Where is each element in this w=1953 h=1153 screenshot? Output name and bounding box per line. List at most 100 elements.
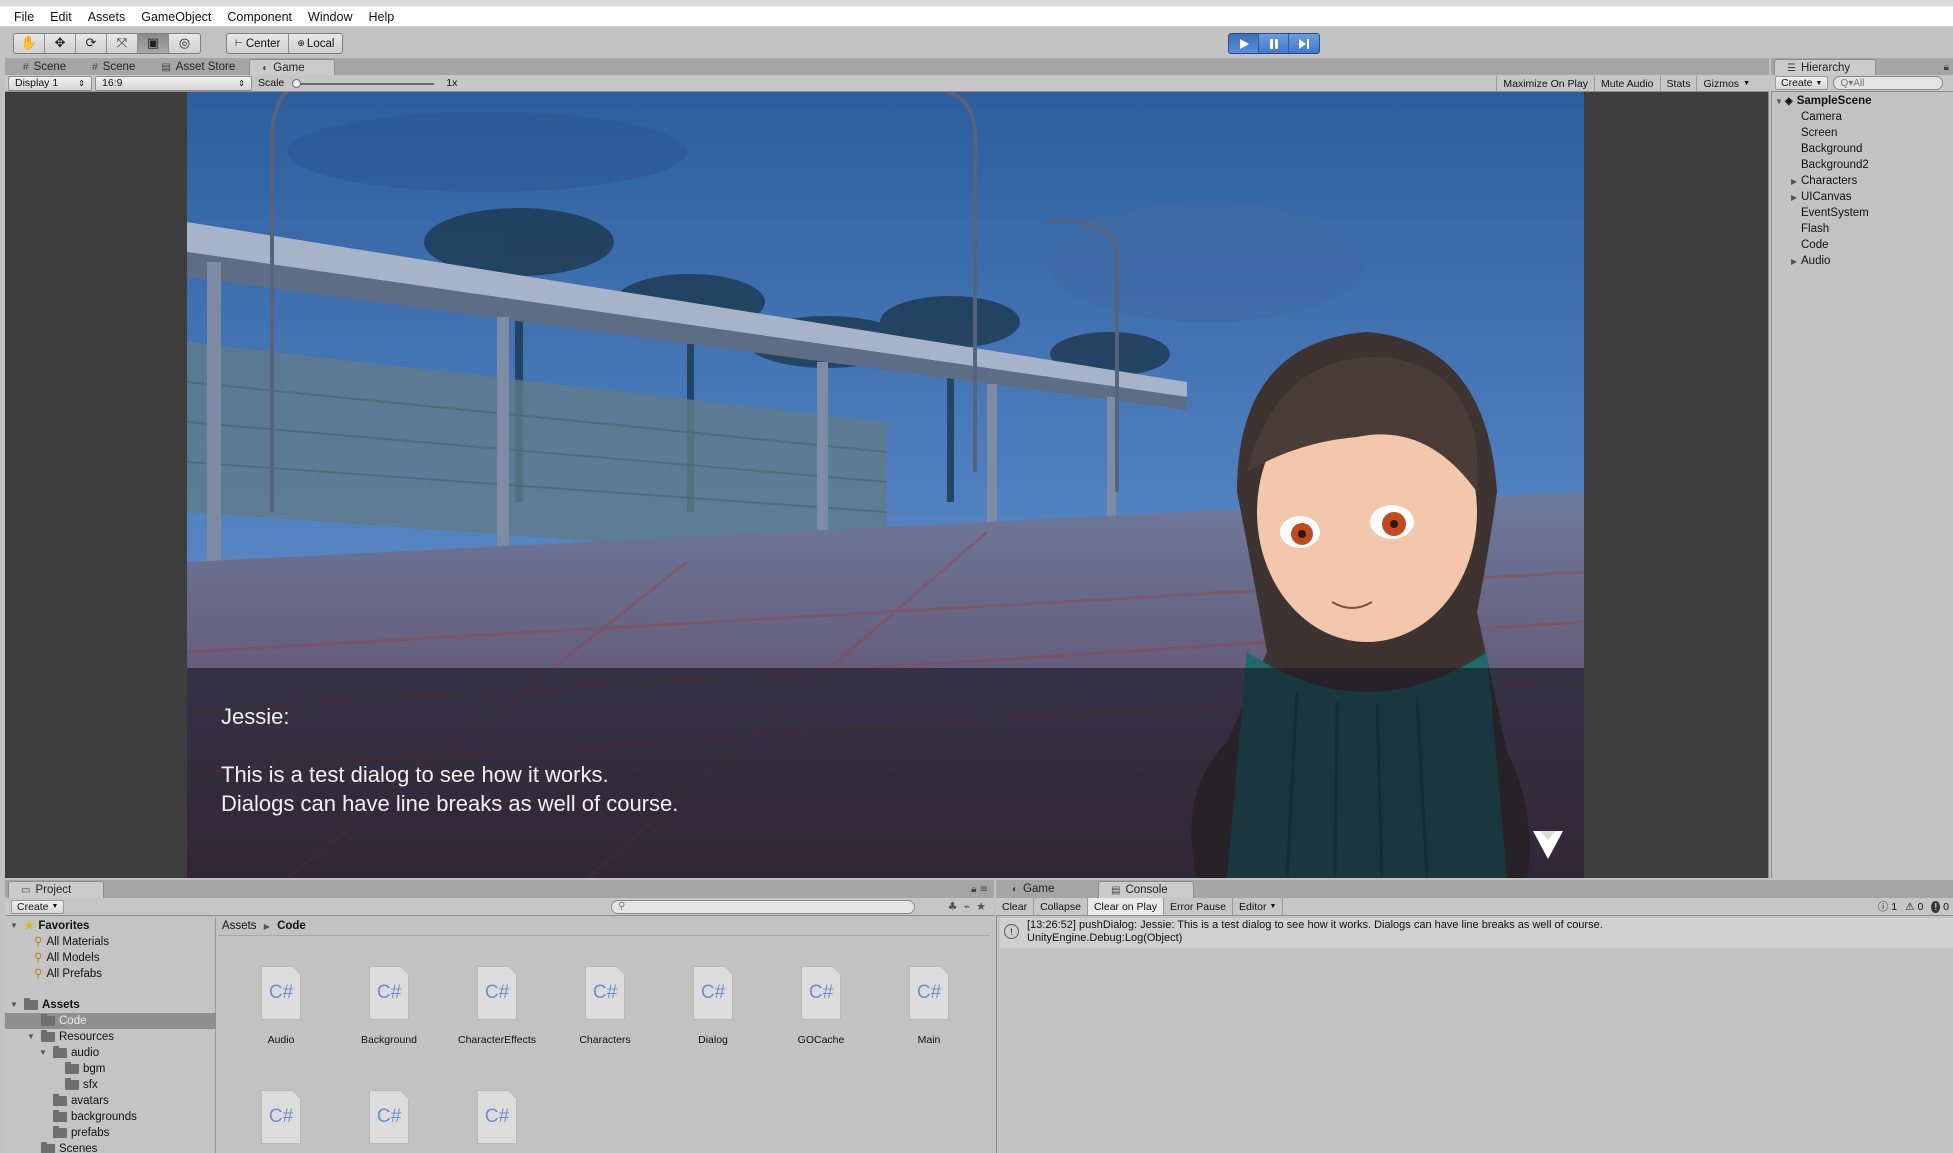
script-asset[interactable]: C# GOCache xyxy=(766,966,876,1046)
assets-row[interactable]: ▼ Assets xyxy=(10,997,80,1013)
lock-icon[interactable]: 🔒︎ ≡ xyxy=(971,881,988,898)
console-editor-dropdown[interactable]: Editor ▼ xyxy=(1233,898,1284,915)
display-dropdown[interactable]: Display 1 ⇕ xyxy=(8,75,92,91)
hierarchy-item[interactable]: Flash xyxy=(1791,221,1829,237)
pause-button[interactable] xyxy=(1259,34,1289,53)
asset-folder-sfx[interactable]: sfx xyxy=(5,1077,216,1093)
favorite-star-icon[interactable]: ★ xyxy=(976,900,986,913)
rotate-tool-icon[interactable]: ⟳ xyxy=(76,34,107,53)
collapsed-triangle-icon[interactable]: ▶ xyxy=(1791,254,1801,270)
asset-folder-prefabs[interactable]: prefabs xyxy=(5,1125,216,1141)
filter-label-icon[interactable]: ⌁ xyxy=(964,900,971,913)
info-toggle[interactable]: ⓘ 1 xyxy=(1878,899,1897,914)
asset-folder-avatars[interactable]: avatars xyxy=(5,1093,216,1109)
tab-scene[interactable]: # Scene xyxy=(11,59,78,76)
menu-window[interactable]: Window xyxy=(300,7,360,27)
console-clear-button[interactable]: Clear xyxy=(996,898,1035,915)
hierarchy-item[interactable]: Screen xyxy=(1791,125,1837,141)
breadcrumb-root[interactable]: Assets xyxy=(222,920,257,932)
filter-type-icon[interactable]: ♣ xyxy=(948,900,958,913)
scale-tool-icon[interactable]: ⤧ xyxy=(107,34,138,53)
collapsed-triangle-icon[interactable]: ▶ xyxy=(1791,190,1801,206)
script-asset[interactable]: C# xyxy=(226,1090,336,1144)
transform-tool-icon[interactable]: ◎ xyxy=(169,34,200,53)
tab-game-2[interactable]: ◐ Game xyxy=(1000,881,1096,898)
folder-icon xyxy=(53,1046,67,1058)
expanded-triangle-icon[interactable]: ▼ xyxy=(27,1029,37,1045)
favorite-item[interactable]: ⚲ All Materials xyxy=(34,934,109,950)
gizmos-dropdown[interactable]: Gizmos ▼ xyxy=(1696,76,1756,91)
breadcrumb-current[interactable]: Code xyxy=(277,920,306,932)
error-toggle[interactable]: ! 0 xyxy=(1931,900,1949,913)
slider-thumb[interactable] xyxy=(292,78,302,88)
mute-audio-button[interactable]: Mute Audio xyxy=(1593,76,1660,91)
hierarchy-create-button[interactable]: Create ▼ xyxy=(1775,76,1829,90)
search-icon: ⚲ xyxy=(34,968,43,980)
asset-folder-resources[interactable]: ▼ Resources xyxy=(5,1029,216,1045)
hierarchy-item[interactable]: ▶ UICanvas xyxy=(1791,189,1852,205)
script-asset[interactable]: C# Main xyxy=(874,966,984,1046)
hierarchy-search-input[interactable]: Q▾All xyxy=(1833,76,1944,90)
stats-button[interactable]: Stats xyxy=(1659,76,1697,91)
csharp-script-icon: C# xyxy=(477,1090,517,1144)
hierarchy-item[interactable]: Background xyxy=(1791,141,1862,157)
scene-row[interactable]: ▼ ◈ SampleScene xyxy=(1775,93,1872,109)
expanded-triangle-icon[interactable]: ▼ xyxy=(39,1045,49,1061)
console-collapse-button[interactable]: Collapse xyxy=(1034,898,1088,915)
pivot-center-button[interactable]: ⊢ Center xyxy=(227,34,290,53)
favorites-row[interactable]: ▼ ★ Favorites xyxy=(10,918,89,934)
hierarchy-item[interactable]: ▶ Characters xyxy=(1791,173,1857,189)
warning-count: 0 xyxy=(1917,900,1924,913)
menu-component[interactable]: Component xyxy=(219,7,300,27)
menu-help[interactable]: Help xyxy=(360,7,402,27)
favorite-item[interactable]: ⚲ All Prefabs xyxy=(34,966,102,982)
project-search-input[interactable]: ⚲ xyxy=(611,899,915,914)
hand-tool-icon[interactable]: ✋ xyxy=(14,34,45,53)
asset-folder-code[interactable]: Code xyxy=(5,1013,216,1029)
lock-icon[interactable]: 🔒︎ xyxy=(1944,59,1949,76)
hierarchy-item[interactable]: ▶ Audio xyxy=(1791,253,1830,269)
hierarchy-item[interactable]: EventSystem xyxy=(1791,205,1869,221)
favorite-item[interactable]: ⚲ All Models xyxy=(34,950,100,966)
pivot-local-button[interactable]: ⊕ Local xyxy=(289,34,342,53)
step-button[interactable] xyxy=(1289,34,1319,53)
tab-asset-store[interactable]: ▤ Asset Store xyxy=(149,59,247,76)
tab-console[interactable]: ▤ Console xyxy=(1098,881,1194,898)
collapsed-triangle-icon[interactable]: ▶ xyxy=(1791,174,1801,190)
menu-gameobject[interactable]: GameObject xyxy=(133,7,219,27)
menu-file[interactable]: File xyxy=(6,7,42,27)
tab-project[interactable]: ▭ Project xyxy=(8,881,104,898)
menu-edit[interactable]: Edit xyxy=(42,7,80,27)
rect-tool-icon[interactable]: ▣ xyxy=(138,34,169,53)
maximize-on-play-button[interactable]: Maximize On Play xyxy=(1496,76,1594,91)
script-asset[interactable]: C# Audio xyxy=(226,966,336,1046)
script-asset[interactable]: C# Dialog xyxy=(658,966,768,1046)
script-asset[interactable]: C# Characters xyxy=(550,966,660,1046)
tab-scene-2[interactable]: # Scene xyxy=(80,59,147,76)
tab-hierarchy[interactable]: ☰ Hierarchy xyxy=(1774,59,1876,76)
hierarchy-item[interactable]: Camera xyxy=(1791,109,1842,125)
tab-game[interactable]: ◐ Game xyxy=(249,59,336,76)
play-button[interactable] xyxy=(1229,34,1259,53)
script-asset[interactable]: C# xyxy=(334,1090,444,1144)
scale-slider[interactable] xyxy=(290,76,440,91)
script-asset[interactable]: C# xyxy=(442,1090,552,1144)
slider-track xyxy=(294,82,435,85)
dialog-next-arrow-icon[interactable] xyxy=(1531,828,1565,862)
menu-assets[interactable]: Assets xyxy=(80,7,134,27)
asset-folder-audio[interactable]: ▼ audio xyxy=(5,1045,216,1061)
script-asset[interactable]: C# Background xyxy=(334,966,444,1046)
aspect-dropdown[interactable]: 16:9 ⇕ xyxy=(95,75,252,91)
move-tool-icon[interactable]: ✥ xyxy=(45,34,76,53)
hierarchy-item[interactable]: Background2 xyxy=(1791,157,1869,173)
script-asset[interactable]: C# CharacterEffects xyxy=(442,966,552,1046)
project-create-button[interactable]: Create ▼ xyxy=(11,899,65,914)
hierarchy-item[interactable]: Code xyxy=(1791,237,1829,253)
warning-toggle[interactable]: ⚠ 0 xyxy=(1905,901,1923,913)
mute-label: Mute Audio xyxy=(1600,77,1654,90)
asset-folder-backgrounds[interactable]: backgrounds xyxy=(5,1109,216,1125)
console-clear-on-play-toggle[interactable]: Clear on Play xyxy=(1087,898,1164,915)
asset-folder-scenes[interactable]: Scenes xyxy=(5,1141,216,1153)
console-error-pause-toggle[interactable]: Error Pause xyxy=(1164,898,1234,915)
asset-folder-bgm[interactable]: bgm xyxy=(5,1061,216,1077)
